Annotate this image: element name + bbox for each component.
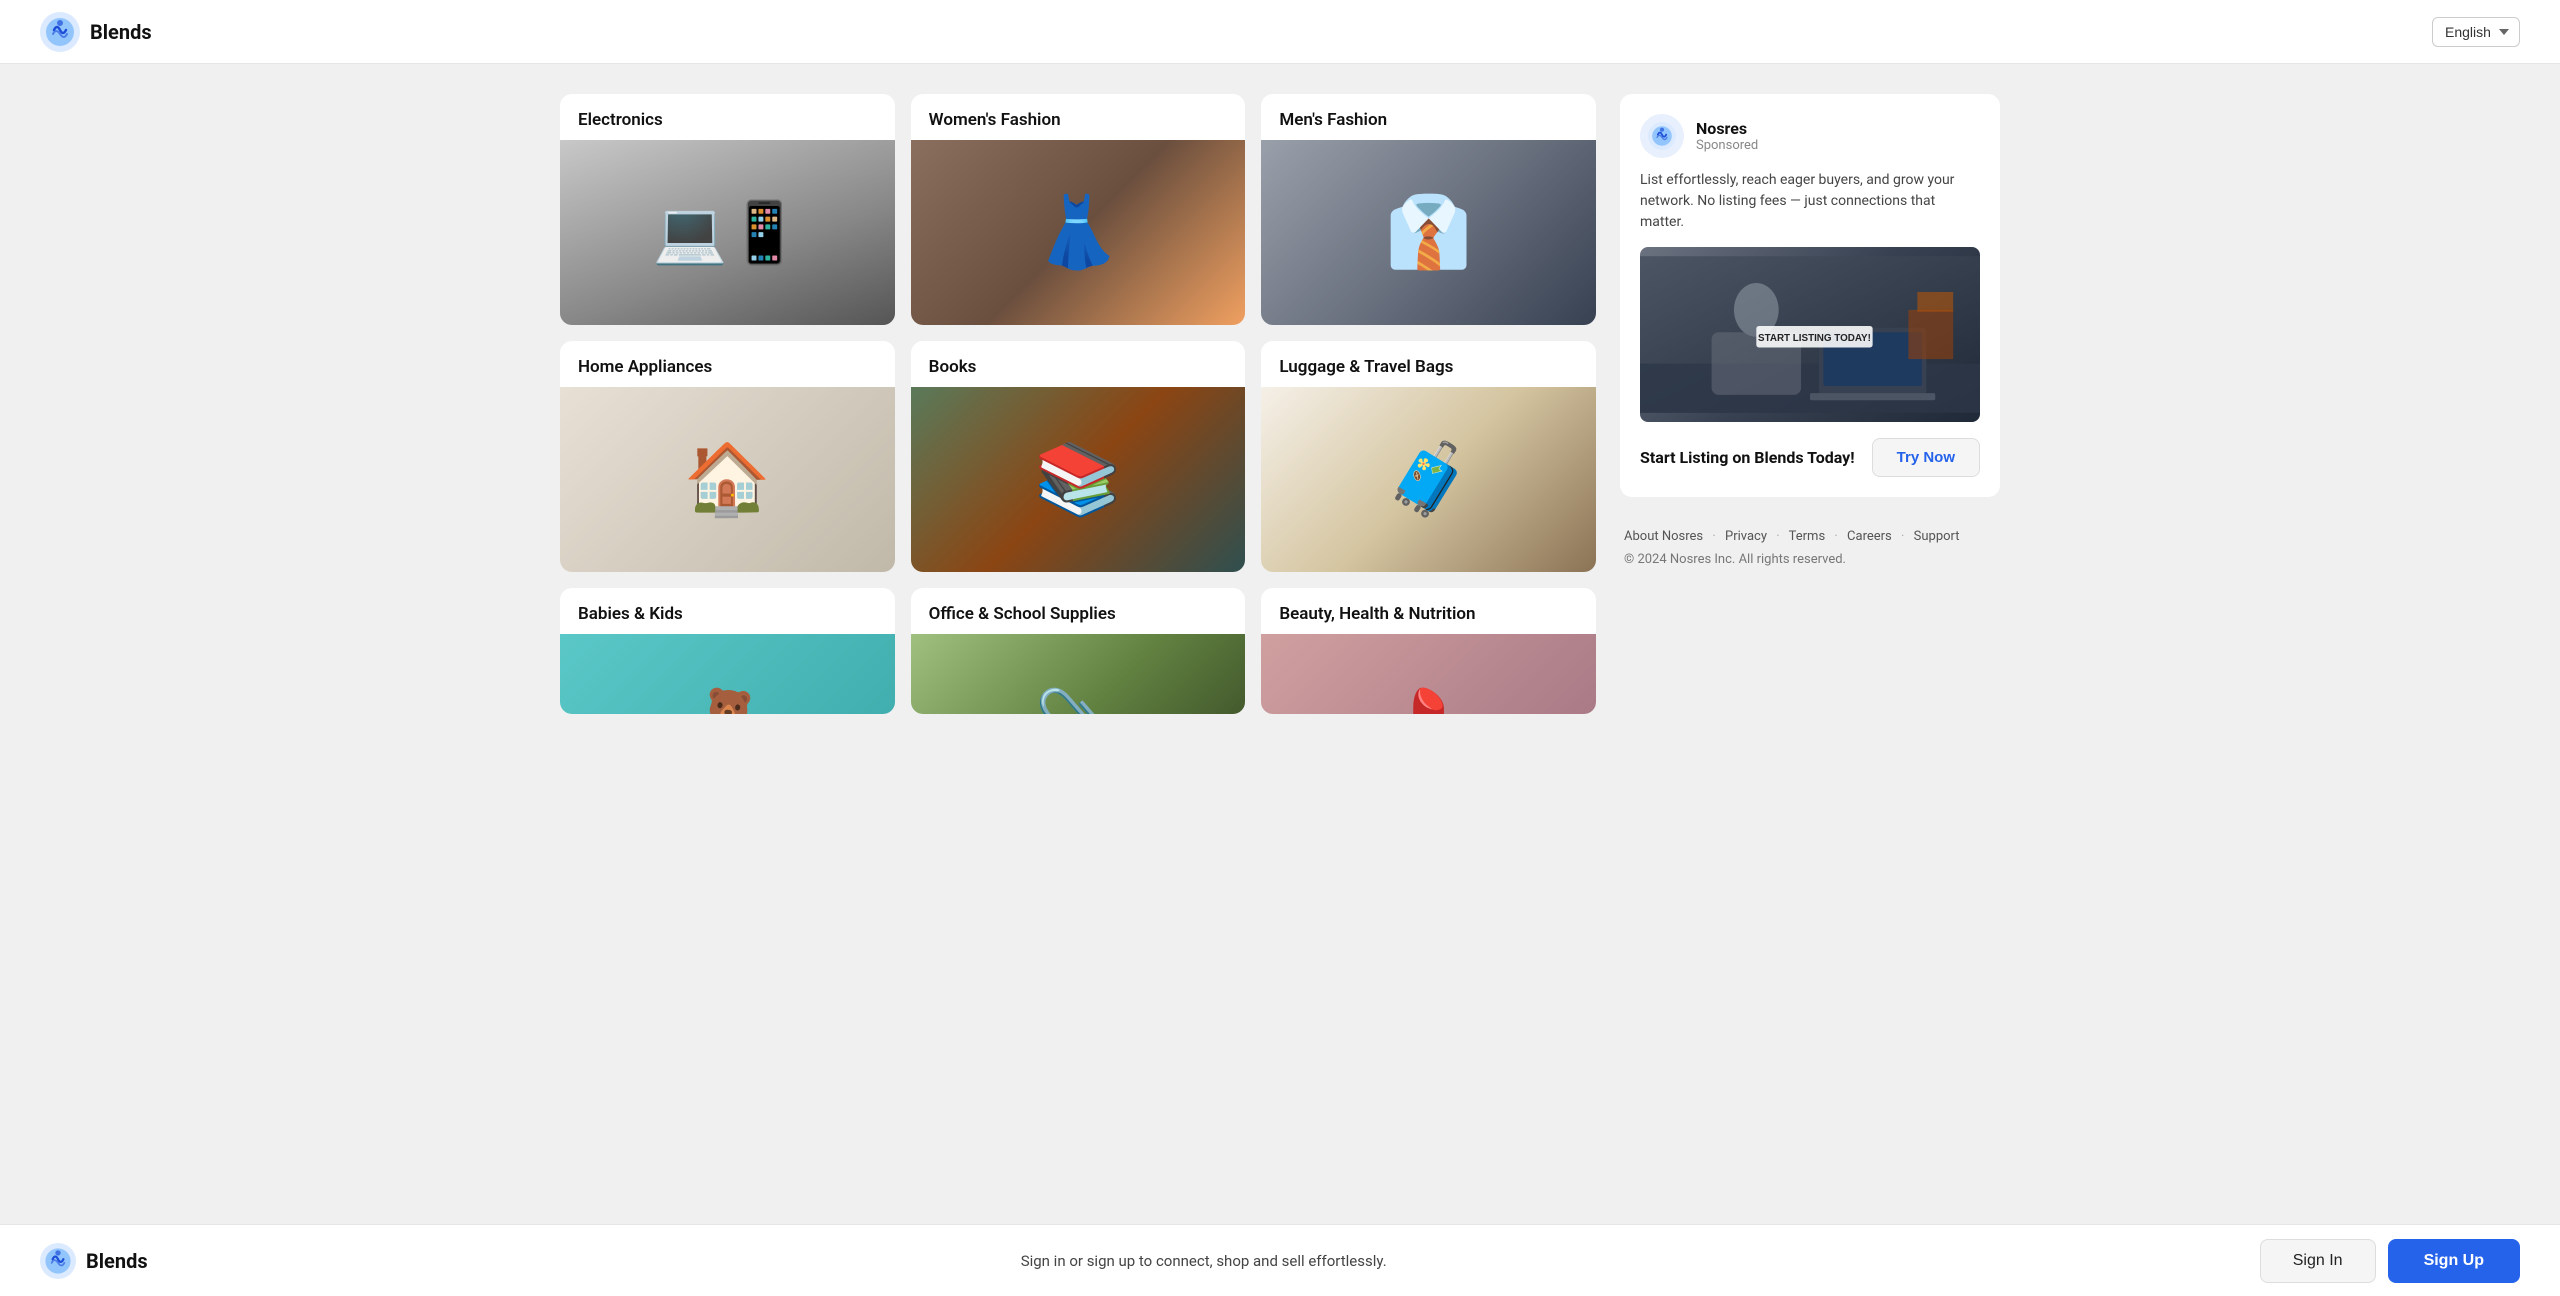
category-card-home-appliances[interactable]: Home Appliances: [560, 341, 895, 572]
header-logo[interactable]: Blends: [40, 12, 152, 52]
category-title-books: Books: [911, 341, 1246, 387]
category-card-books[interactable]: Books: [911, 341, 1246, 572]
bottom-bar-tagline: Sign in or sign up to connect, shop and …: [1021, 1252, 1387, 1270]
category-image-beauty-health: [1261, 634, 1596, 714]
bottom-bar-logo: Blends: [40, 1243, 148, 1279]
language-selector[interactable]: English: [2432, 17, 2520, 47]
bottom-bar: Blends Sign in or sign up to connect, sh…: [0, 1224, 2560, 1296]
category-card-office-school[interactable]: Office & School Supplies: [911, 588, 1246, 714]
ad-cta-row: Start Listing on Blends Today! Try Now: [1640, 438, 1980, 477]
category-title-babies-kids: Babies & Kids: [560, 588, 895, 634]
category-image-home-appliances: [560, 387, 895, 572]
category-image-office-school: [911, 634, 1246, 714]
footer-link-support[interactable]: Support: [1914, 529, 1960, 544]
category-card-babies-kids[interactable]: Babies & Kids: [560, 588, 895, 714]
ad-company-info: Nosres Sponsored: [1696, 119, 1758, 153]
category-image-electronics: [560, 140, 895, 325]
try-now-button[interactable]: Try Now: [1872, 438, 1980, 477]
category-title-mens-fashion: Men's Fashion: [1261, 94, 1596, 140]
header: Blends English: [0, 0, 2560, 64]
signin-button[interactable]: Sign In: [2260, 1239, 2376, 1283]
category-grid: Electronics Women's Fashion Men's Fashio…: [560, 94, 1596, 714]
category-image-books: [911, 387, 1246, 572]
ad-logo-icon: [1640, 114, 1684, 158]
category-image-babies-kids: [560, 634, 895, 714]
ad-company-name: Nosres: [1696, 119, 1758, 138]
category-title-womens-fashion: Women's Fashion: [911, 94, 1246, 140]
footer-link-terms[interactable]: Terms: [1789, 529, 1826, 544]
category-image-womens-fashion: [911, 140, 1246, 325]
footer-link-careers[interactable]: Careers: [1847, 529, 1892, 544]
category-image-mens-fashion: [1261, 140, 1596, 325]
svg-text:START LISTING TODAY!: START LISTING TODAY!: [1758, 333, 1871, 344]
category-card-womens-fashion[interactable]: Women's Fashion: [911, 94, 1246, 325]
ad-header: Nosres Sponsored: [1640, 114, 1980, 158]
category-title-beauty-health: Beauty, Health & Nutrition: [1261, 588, 1596, 634]
ad-description: List effortlessly, reach eager buyers, a…: [1640, 170, 1980, 233]
ad-card: Nosres Sponsored List effortlessly, reac…: [1620, 94, 2000, 497]
signup-button[interactable]: Sign Up: [2388, 1239, 2520, 1283]
category-card-mens-fashion[interactable]: Men's Fashion: [1261, 94, 1596, 325]
category-card-electronics[interactable]: Electronics: [560, 94, 895, 325]
category-title-home-appliances: Home Appliances: [560, 341, 895, 387]
category-title-luggage: Luggage & Travel Bags: [1261, 341, 1596, 387]
ad-image: START LISTING TODAY!: [1640, 247, 1980, 422]
bottom-bar-actions: Sign In Sign Up: [2260, 1239, 2520, 1283]
bottom-bar-logo-icon: [40, 1243, 76, 1279]
sidebar: Nosres Sponsored List effortlessly, reac…: [1620, 94, 2000, 714]
ad-sponsored-label: Sponsored: [1696, 138, 1758, 153]
category-title-electronics: Electronics: [560, 94, 895, 140]
footer-link-privacy[interactable]: Privacy: [1725, 529, 1767, 544]
blends-logo-icon: [40, 12, 80, 52]
header-logo-text: Blends: [90, 20, 152, 44]
category-card-beauty-health[interactable]: Beauty, Health & Nutrition: [1261, 588, 1596, 714]
footer-link-about[interactable]: About Nosres: [1624, 529, 1703, 544]
footer-links-row: About Nosres · Privacy · Terms · Careers…: [1624, 525, 1996, 548]
footer-copyright: © 2024 Nosres Inc. All rights reserved.: [1624, 552, 1996, 567]
category-image-luggage: [1261, 387, 1596, 572]
main-content: Electronics Women's Fashion Men's Fashio…: [520, 64, 2040, 794]
bottom-bar-logo-text: Blends: [86, 1249, 148, 1273]
category-title-office-school: Office & School Supplies: [911, 588, 1246, 634]
category-card-luggage[interactable]: Luggage & Travel Bags: [1261, 341, 1596, 572]
ad-cta-text: Start Listing on Blends Today!: [1640, 448, 1855, 467]
footer-links: About Nosres · Privacy · Terms · Careers…: [1620, 513, 2000, 579]
